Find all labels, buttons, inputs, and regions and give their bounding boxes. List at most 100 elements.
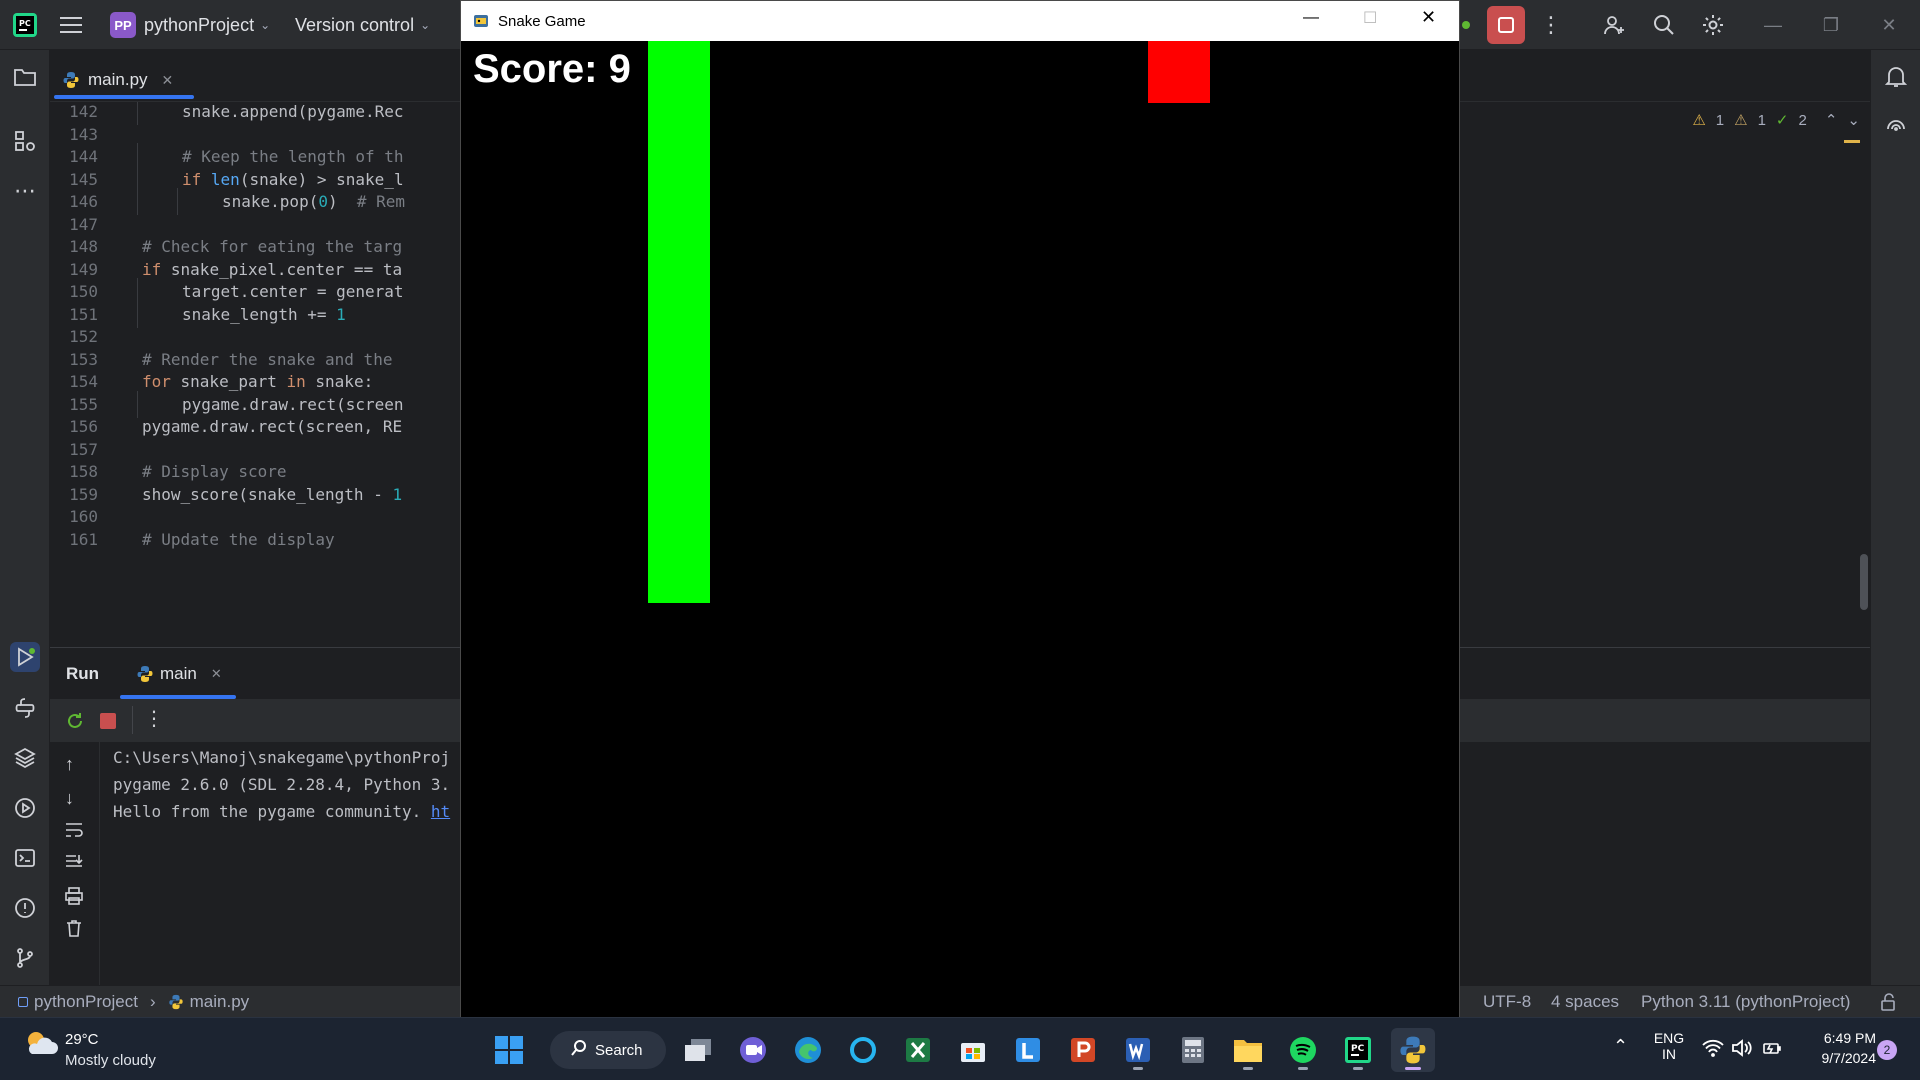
pycharm-icon[interactable]: PC bbox=[1336, 1028, 1380, 1072]
left-tool-strip: ⋯ bbox=[0, 50, 50, 985]
notifications-bell-icon[interactable] bbox=[1881, 62, 1911, 92]
clock-time: 6:49 PM bbox=[1823, 1030, 1876, 1046]
project-selector[interactable]: PP pythonProject ⌄ bbox=[110, 0, 270, 50]
terminal-icon[interactable] bbox=[10, 843, 40, 873]
encoding-widget[interactable]: UTF-8 bbox=[1483, 986, 1531, 1018]
gear-icon[interactable] bbox=[1701, 0, 1725, 50]
arrow-up-icon[interactable]: ↑ bbox=[65, 754, 74, 775]
more-tools-icon[interactable]: ⋯ bbox=[10, 176, 40, 206]
taskbar-search[interactable]: Search bbox=[550, 1031, 666, 1069]
edge-browser-icon[interactable] bbox=[786, 1028, 830, 1072]
folder-icon[interactable] bbox=[10, 62, 40, 92]
active-tab-indicator bbox=[54, 95, 194, 99]
maximize-icon[interactable]: ☐ bbox=[1363, 8, 1377, 28]
scroll-to-end-icon[interactable] bbox=[64, 852, 84, 877]
search-icon[interactable] bbox=[1652, 0, 1676, 50]
file-explorer-icon[interactable] bbox=[1226, 1028, 1270, 1072]
python-file-icon bbox=[63, 72, 79, 88]
snake-game-window[interactable]: Snake Game — ☐ ✕ Score: 9 bbox=[460, 0, 1460, 1020]
git-icon[interactable] bbox=[10, 943, 40, 973]
problems-icon[interactable] bbox=[10, 893, 40, 923]
battery-icon[interactable] bbox=[1762, 1038, 1782, 1063]
right-tool-strip bbox=[1870, 50, 1920, 985]
lock-icon[interactable] bbox=[1880, 992, 1898, 1017]
console-text: Hello from the pygame community. bbox=[113, 802, 431, 821]
word-icon[interactable] bbox=[1116, 1028, 1160, 1072]
python-console-icon[interactable] bbox=[10, 693, 40, 723]
close-icon[interactable]: ✕ bbox=[1860, 0, 1918, 50]
console-link[interactable]: ht bbox=[431, 802, 450, 821]
windows-taskbar: 29°C Mostly cloudy Search PC ⌃ ENG IN 6:… bbox=[0, 1017, 1920, 1080]
active-indicator bbox=[1405, 1067, 1421, 1070]
chevron-down-icon[interactable]: ⌄ bbox=[1847, 111, 1860, 129]
breadcrumb-file[interactable]: main.py bbox=[190, 992, 250, 1012]
console-line: Hello from the pygame community. ht bbox=[113, 802, 450, 821]
main-menu-icon[interactable] bbox=[60, 0, 82, 50]
rerun-icon[interactable] bbox=[64, 710, 86, 737]
chevron-up-icon[interactable]: ⌃ bbox=[1825, 111, 1838, 129]
l-app-icon[interactable] bbox=[1006, 1028, 1050, 1072]
python-icon bbox=[137, 666, 153, 682]
task-view-icon[interactable] bbox=[676, 1028, 720, 1072]
run-tab-main[interactable]: main ✕ bbox=[136, 648, 222, 700]
start-windows-icon[interactable] bbox=[487, 1028, 531, 1072]
wifi-icon[interactable] bbox=[1702, 1039, 1724, 1062]
code-text: # Update the display bbox=[142, 529, 335, 549]
python-file-icon bbox=[168, 994, 183, 1010]
print-icon[interactable] bbox=[64, 886, 84, 911]
interpreter-widget[interactable]: Python 3.11 (pythonProject) bbox=[1641, 986, 1850, 1018]
calculator-icon[interactable] bbox=[1171, 1028, 1215, 1072]
powerpoint-icon[interactable] bbox=[1061, 1028, 1105, 1072]
stop-icon[interactable] bbox=[100, 713, 116, 729]
notification-badge[interactable]: 2 bbox=[1877, 1040, 1897, 1060]
game-titlebar[interactable]: Snake Game — ☐ ✕ bbox=[461, 1, 1459, 41]
toolbar-divider bbox=[132, 706, 133, 734]
add-user-icon[interactable] bbox=[1602, 0, 1626, 50]
soft-wrap-icon[interactable] bbox=[64, 820, 84, 845]
minimize-icon[interactable]: — bbox=[1744, 0, 1802, 50]
breadcrumb-project[interactable]: pythonProject bbox=[34, 992, 138, 1012]
excel-icon[interactable] bbox=[896, 1028, 940, 1072]
weather-cloud-icon[interactable] bbox=[22, 1028, 58, 1063]
arrow-down-icon[interactable]: ↓ bbox=[65, 788, 74, 809]
game-canvas[interactable]: Score: 9 bbox=[461, 41, 1459, 1019]
close-tab-icon[interactable]: ✕ bbox=[162, 72, 174, 89]
minimize-icon[interactable]: — bbox=[1303, 9, 1319, 27]
structure-icon[interactable] bbox=[10, 126, 40, 156]
clock-date: 9/7/2024 bbox=[1821, 1050, 1877, 1066]
run-tool-icon[interactable] bbox=[10, 642, 40, 672]
stop-button[interactable] bbox=[1487, 0, 1525, 50]
microsoft-store-icon[interactable] bbox=[951, 1028, 995, 1072]
cortana-icon[interactable] bbox=[841, 1028, 885, 1072]
teams-chat-icon[interactable] bbox=[731, 1028, 775, 1072]
close-tab-icon[interactable]: ✕ bbox=[211, 666, 222, 682]
chevron-up-icon[interactable]: ⌃ bbox=[1613, 1036, 1628, 1057]
weather-condition[interactable]: Mostly cloudy bbox=[65, 1052, 156, 1069]
ai-assistant-icon[interactable] bbox=[1881, 112, 1911, 142]
more-options-icon[interactable]: ⋮ bbox=[144, 706, 164, 731]
warning-stripe-marker[interactable] bbox=[1844, 140, 1860, 143]
clock[interactable]: 6:49 PM 9/7/2024 bbox=[1790, 1030, 1877, 1066]
version-control-menu[interactable]: Version control ⌄ bbox=[295, 0, 430, 50]
project-badge: PP bbox=[110, 12, 136, 38]
weather-temperature[interactable]: 29°C bbox=[65, 1031, 99, 1048]
more-options-icon[interactable]: ⋮ bbox=[1540, 0, 1562, 50]
check-icon: ✓ bbox=[1775, 112, 1789, 129]
pycharm-logo-icon[interactable]: PC bbox=[12, 0, 38, 50]
inspection-widget[interactable]: ⚠ 1 ⚠ 1 ✓ 2 ⌃ ⌄ bbox=[1692, 102, 1870, 138]
python-pygame-icon[interactable] bbox=[1391, 1028, 1435, 1072]
close-icon[interactable]: ✕ bbox=[1421, 7, 1436, 28]
restore-icon[interactable]: ❐ bbox=[1802, 0, 1860, 50]
spotify-icon[interactable] bbox=[1281, 1028, 1325, 1072]
editor-scrollbar[interactable] bbox=[1860, 554, 1868, 610]
services-icon[interactable] bbox=[10, 793, 40, 823]
python-packages-icon[interactable] bbox=[10, 743, 40, 773]
version-control-label: Version control bbox=[295, 14, 415, 35]
line-number: 161 bbox=[69, 529, 98, 549]
indent-widget[interactable]: 4 spaces bbox=[1551, 986, 1619, 1018]
debug-bug-icon[interactable] bbox=[1462, 0, 1476, 50]
volume-icon[interactable] bbox=[1731, 1039, 1753, 1062]
language-indicator[interactable]: ENG IN bbox=[1652, 1030, 1686, 1062]
food-target bbox=[1148, 41, 1210, 103]
trash-icon[interactable] bbox=[64, 918, 84, 943]
